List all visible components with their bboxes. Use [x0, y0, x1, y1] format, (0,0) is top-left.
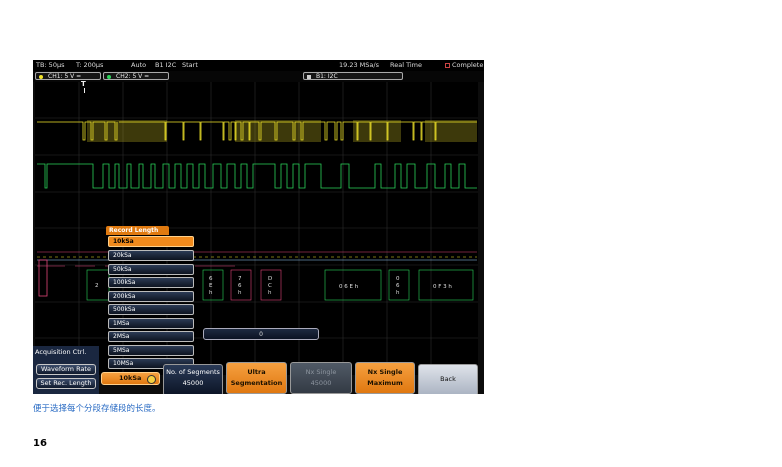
record-length-option-20ksa[interactable]: 20kSa	[108, 250, 194, 261]
record-length-option-200ksa[interactable]: 200kSa	[108, 291, 194, 302]
segments-value: 45000	[182, 379, 204, 387]
decode-label-4c: h	[268, 290, 272, 296]
nx-max-label-1: Nx Single	[367, 368, 403, 376]
decode-label-3b: 6	[238, 283, 242, 289]
record-length-option-500ksa[interactable]: 500kSa	[108, 304, 194, 315]
record-length-option-50ksa[interactable]: 50kSa	[108, 264, 194, 275]
acquisition-title: Acquisition Ctrl.	[35, 348, 87, 356]
bus-label-text: B1: I2C	[316, 73, 338, 80]
decode-label-2: 6	[209, 276, 213, 282]
complete-label: Complete	[452, 61, 484, 69]
nx-single-maximum-button[interactable]: Nx Single Maximum	[355, 362, 415, 394]
ch1-burst-2	[235, 120, 321, 142]
page-number: 16	[33, 438, 47, 449]
channel-bar: CH1: 5 V = CH2: 5 V = B1: I2C	[33, 71, 484, 82]
nx-single-title: Nx Single	[305, 368, 337, 376]
ch2-dot-icon	[107, 75, 111, 79]
rotary-knob-icon	[147, 375, 156, 384]
bus-square-icon	[307, 75, 311, 79]
bus-label[interactable]: B1: I2C	[303, 72, 403, 80]
timebase-label[interactable]: TB: 50µs	[36, 60, 64, 71]
nx-single-button[interactable]: Nx Single 45000	[290, 362, 352, 394]
ch1-dot-icon	[39, 75, 43, 79]
back-button[interactable]: Back	[418, 364, 478, 394]
segment-slider[interactable]: 0	[203, 328, 319, 340]
rec-length-value: 10kSa	[119, 374, 142, 382]
ultra-segmentation-button[interactable]: Ultra Segmentation	[226, 362, 287, 394]
decode-label-6c: h	[396, 290, 400, 296]
decode-label-1: 2	[95, 283, 99, 289]
decode-label-5: 0 6 E h	[339, 284, 359, 290]
acq-mode-label: Real Time	[390, 61, 422, 69]
record-length-option-10ksa[interactable]: 10kSa	[108, 236, 194, 247]
record-length-option-100ksa[interactable]: 100kSa	[108, 277, 194, 288]
trigger-mode-label[interactable]: Auto	[131, 60, 146, 71]
no-of-segments-button[interactable]: No. of Segments 45000	[163, 364, 223, 394]
decode-label-2b: E	[209, 283, 213, 289]
record-length-option-2msa[interactable]: 2MSa	[108, 331, 194, 342]
ultra-label-2: Segmentation	[230, 379, 283, 387]
decode-label-3c: h	[238, 290, 242, 296]
trigger-time-label[interactable]: T: 200µs	[76, 60, 103, 71]
ch1-label[interactable]: CH1: 5 V =	[35, 72, 101, 80]
record-length-option-1msa[interactable]: 1MSa	[108, 318, 194, 329]
back-label: Back	[440, 375, 456, 383]
acquisition-panel: Acquisition Ctrl. Waveform Rate Set Rec.…	[33, 346, 99, 394]
decode-label-4b: C	[268, 283, 272, 289]
set-rec-length-button[interactable]: Set Rec. Length	[36, 378, 96, 389]
decode-label-4: D	[268, 276, 272, 282]
rec-length-value-button[interactable]: 10kSa	[101, 372, 160, 385]
ch1-burst-4	[425, 120, 477, 142]
ultra-label-1: Ultra	[247, 368, 266, 376]
decode-label-2c: h	[209, 290, 213, 296]
softkey-bar: Acquisition Ctrl. Waveform Rate Set Rec.…	[33, 346, 484, 394]
oscilloscope-screen: TB: 50µs T: 200µs Auto B1 I2C Start 19.2…	[33, 60, 484, 394]
bus-decode	[37, 251, 477, 301]
ch2-label[interactable]: CH2: 5 V =	[103, 72, 169, 80]
segments-title: No. of Segments	[166, 368, 220, 376]
decode-label-6b: 6	[396, 283, 400, 289]
status-bar: TB: 50µs T: 200µs Auto B1 I2C Start 19.2…	[33, 60, 484, 71]
decode-label-3: 7	[238, 276, 242, 282]
trigger-marker-label: T	[81, 80, 86, 88]
complete-icon	[445, 63, 450, 68]
trigger-marker[interactable]: T	[81, 81, 86, 93]
ch2-label-text: CH2: 5 V =	[116, 73, 150, 80]
waveform-rate-button[interactable]: Waveform Rate	[36, 364, 96, 375]
nx-single-value: 45000	[310, 379, 332, 387]
ch1-label-text: CH1: 5 V =	[48, 73, 82, 80]
decode-label-7: 0 F 3 h	[433, 284, 452, 290]
decode-label-6: 0	[396, 276, 400, 282]
record-length-title: Record Length	[106, 226, 169, 235]
nx-max-label-2: Maximum	[367, 379, 403, 387]
trigger-stem-icon	[84, 88, 85, 93]
ch1-burst-3	[353, 120, 401, 142]
trigger-state-label: Start	[182, 61, 198, 69]
caption: 便于选择每个分段存储段的长度。	[33, 404, 161, 414]
ch2-trace	[37, 163, 477, 189]
trigger-source-label[interactable]: B1 I2C	[155, 60, 176, 71]
ch1-burst-1	[87, 120, 167, 142]
sample-rate-label: 19.23 MSa/s	[339, 61, 379, 69]
